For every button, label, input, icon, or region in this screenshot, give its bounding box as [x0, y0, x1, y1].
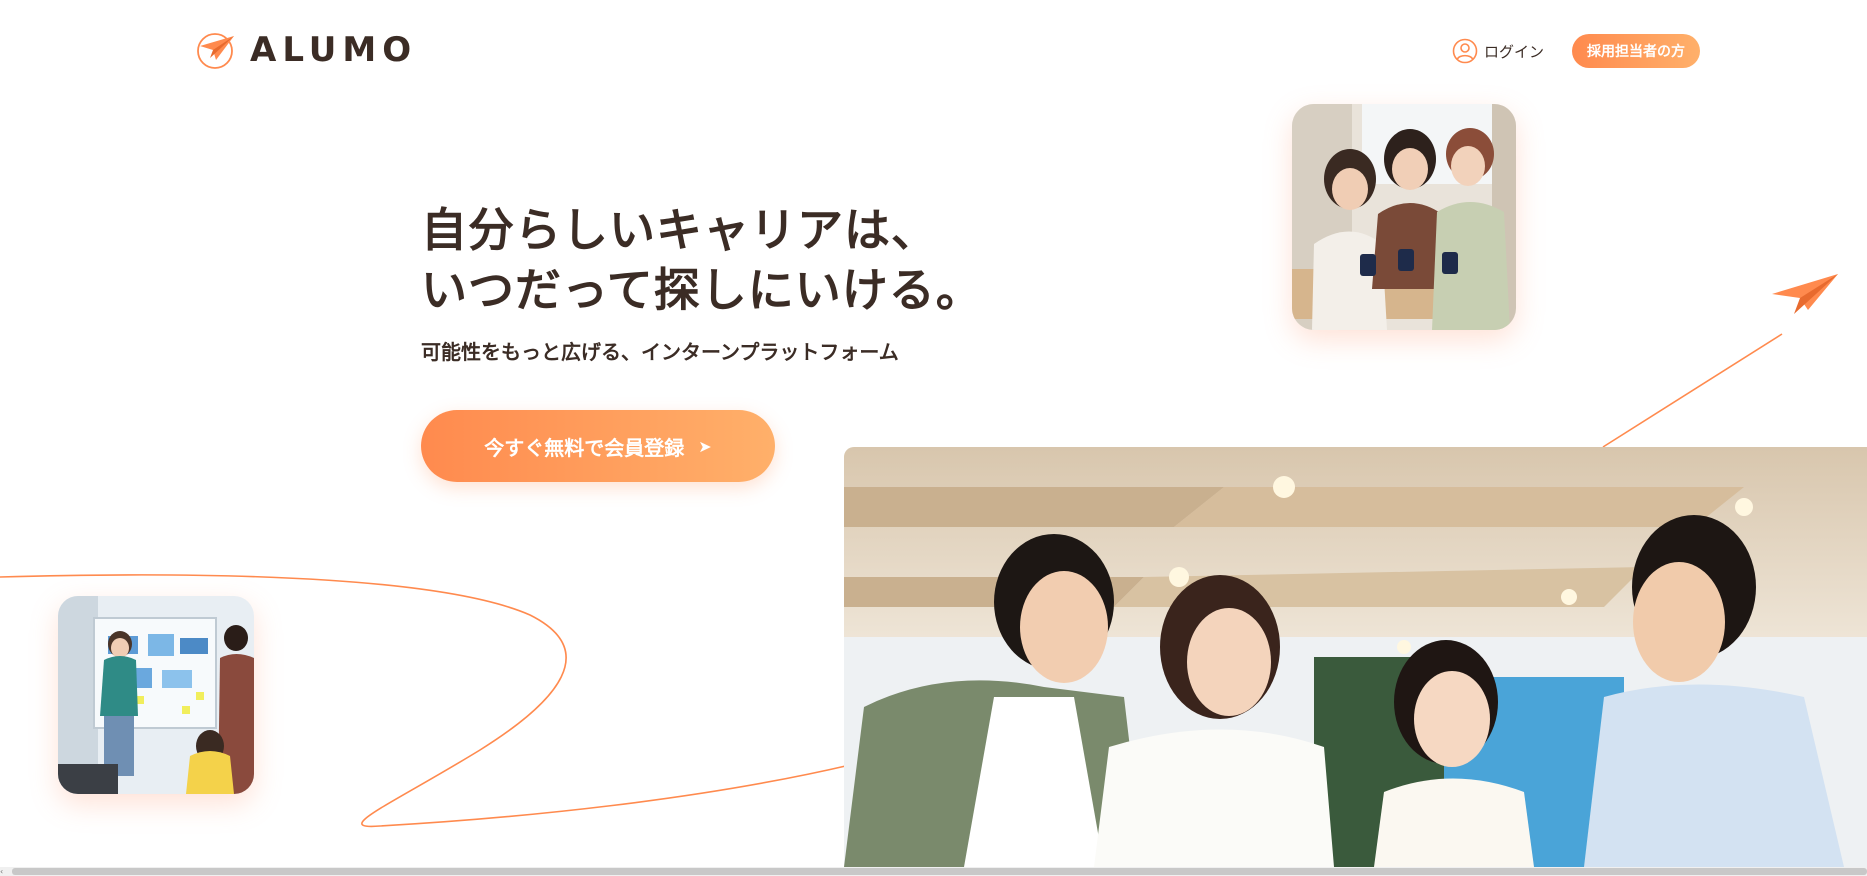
paper-plane-icon — [1772, 274, 1838, 314]
site-header: ALUMO ログイン 採用担当者の方 — [0, 0, 1867, 100]
login-link[interactable]: ログイン — [1452, 38, 1544, 64]
headline-line-1: 自分らしいキャリアは、 — [421, 203, 938, 257]
scrollbar-thumb[interactable] — [12, 868, 1867, 875]
scroll-left-icon[interactable]: ‹ — [0, 867, 3, 876]
user-circle-icon — [1452, 38, 1478, 64]
office-presentation-photo — [58, 596, 254, 794]
horizontal-scrollbar[interactable]: ‹ — [0, 867, 1867, 876]
team-conversation-photo — [844, 447, 1867, 867]
recruiter-button[interactable]: 採用担当者の方 — [1572, 34, 1700, 68]
login-label: ログイン — [1484, 42, 1545, 61]
signup-cta-button[interactable]: 今すぐ無料で会員登録 ➤ — [421, 410, 775, 482]
hero-subtitle: 可能性をもっと広げる、インターンプラットフォーム — [421, 340, 899, 364]
brand-logo[interactable]: ALUMO — [196, 30, 417, 70]
cafe-group-photo — [1292, 104, 1516, 330]
paper-plane-icon — [197, 33, 234, 69]
hero-headline: 自分らしいキャリアは、 いつだって探しにいける。 — [421, 200, 983, 320]
arrow-right-icon: ➤ — [698, 436, 712, 456]
cta-label: 今すぐ無料で会員登録 — [484, 435, 685, 460]
headline-line-2: いつだって探しにいける。 — [421, 263, 983, 317]
brand-name: ALUMO — [250, 30, 418, 70]
